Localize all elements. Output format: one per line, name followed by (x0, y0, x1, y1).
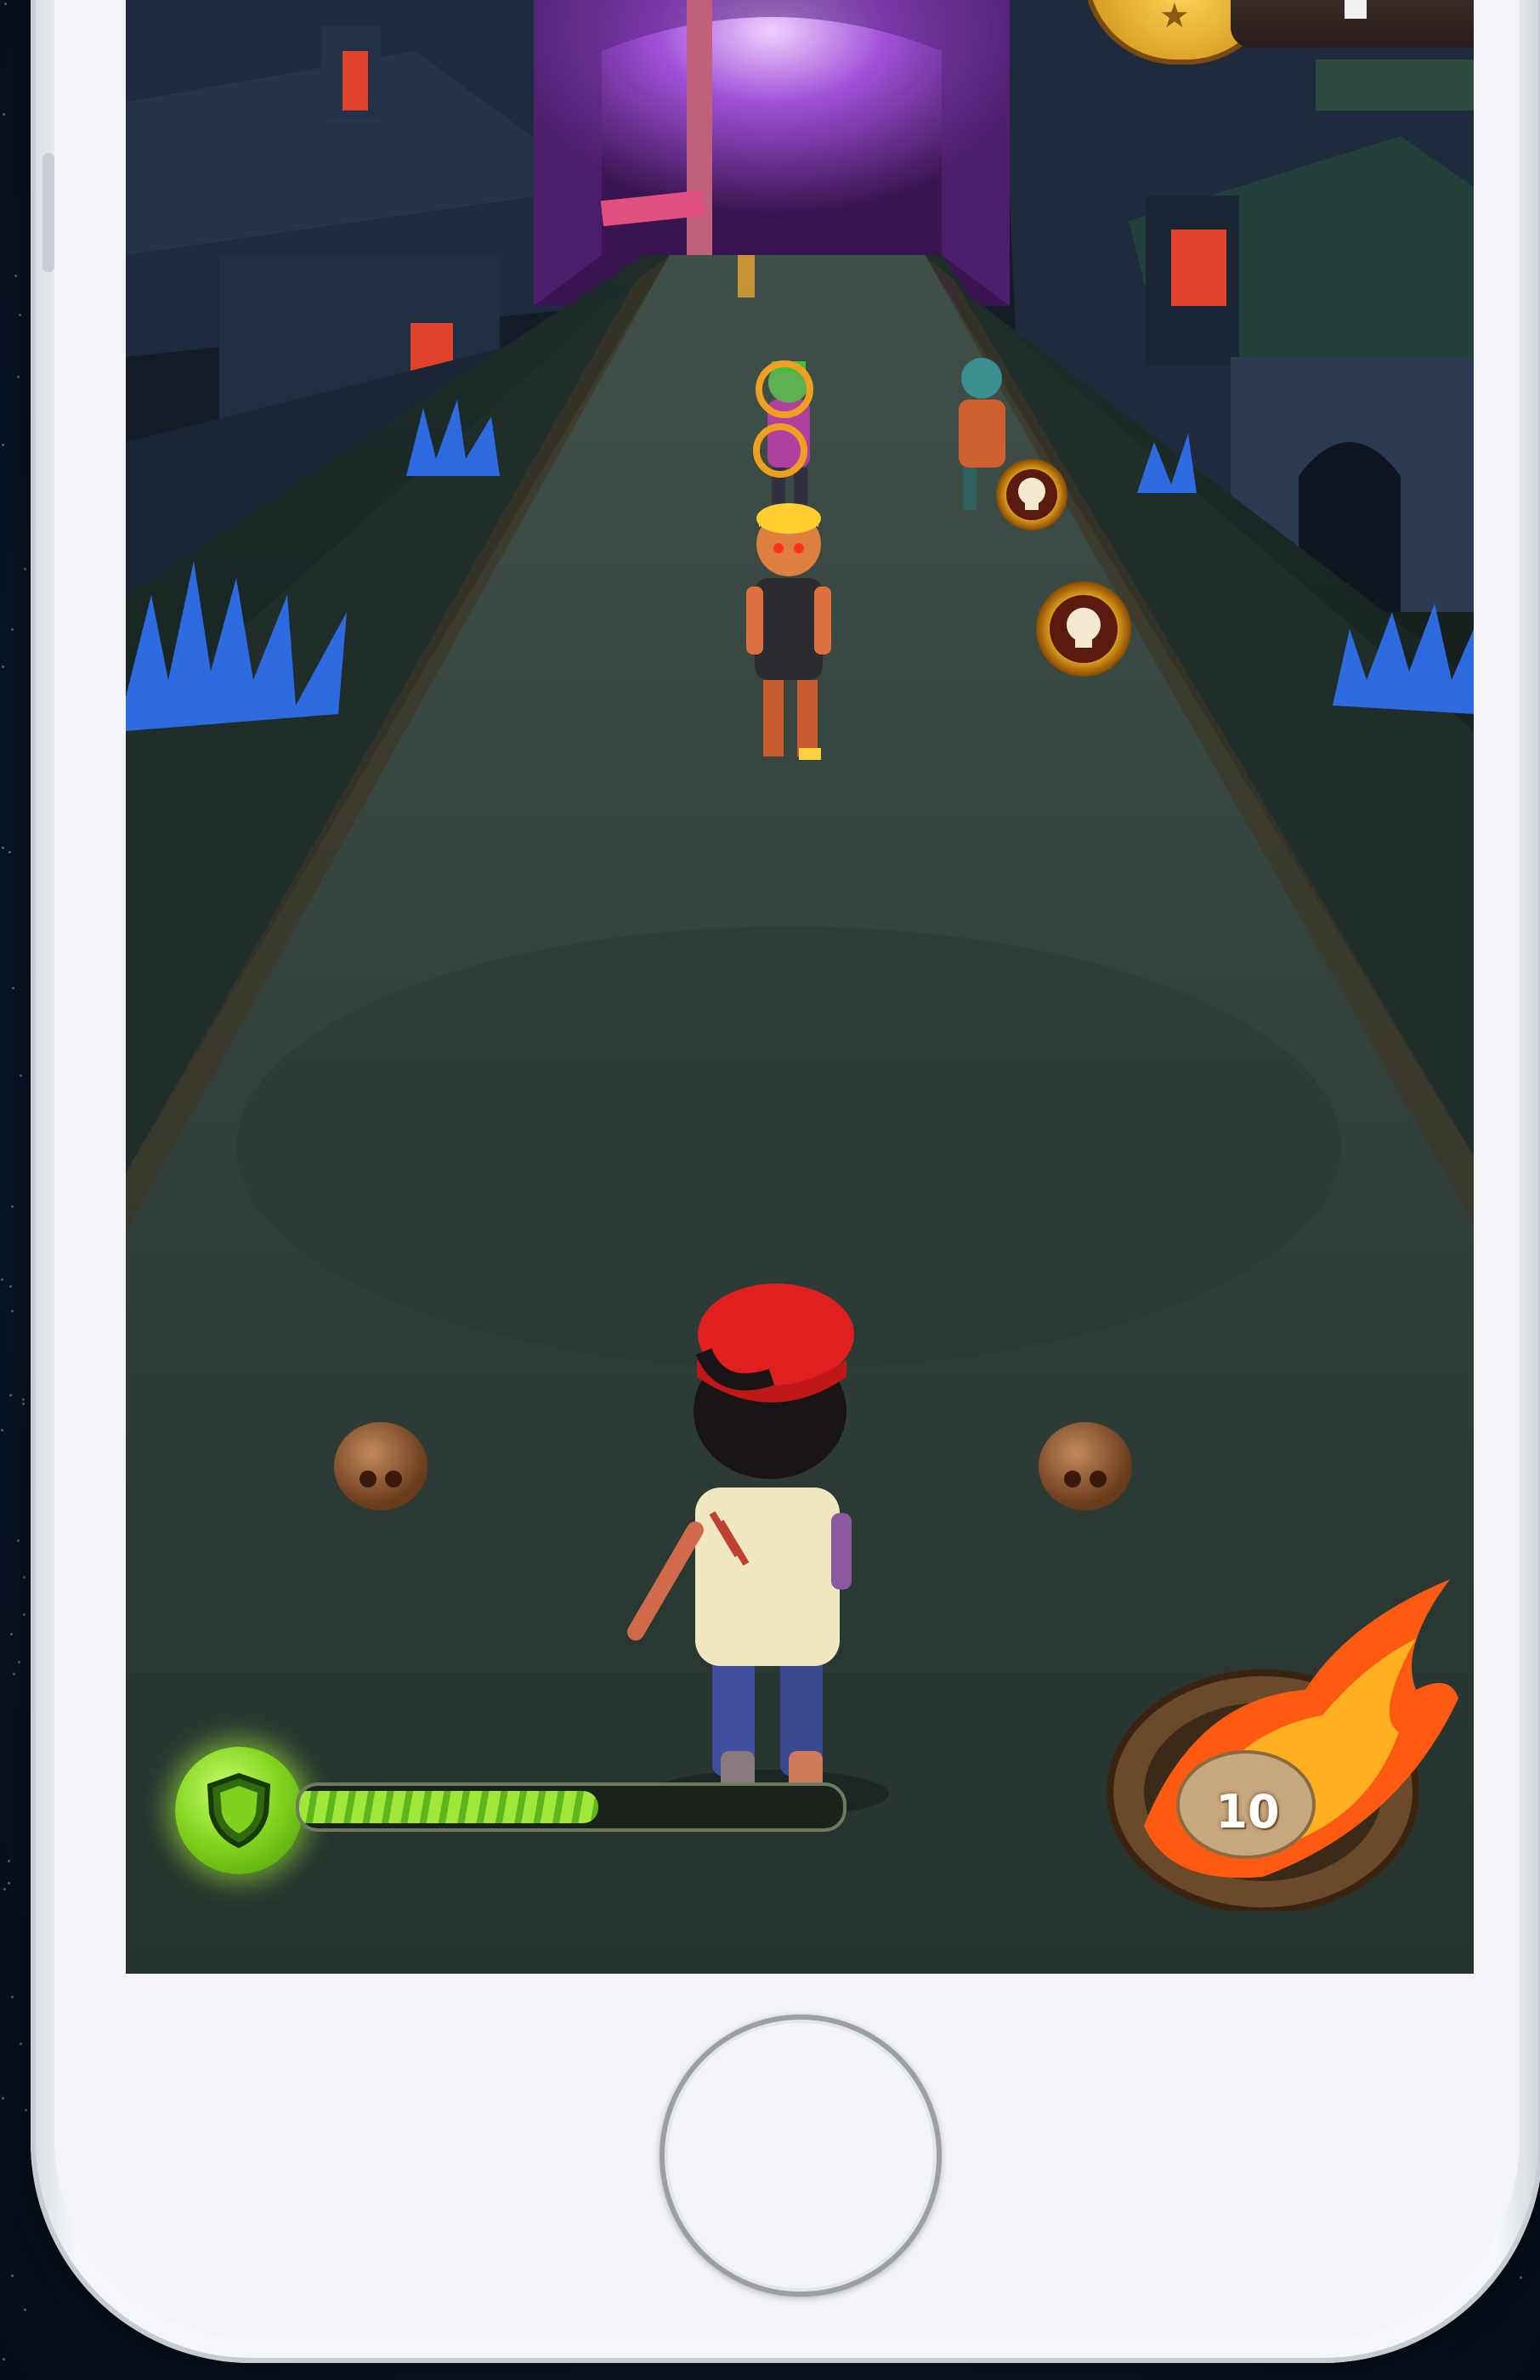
star (0, 1429, 3, 1432)
star (24, 2308, 27, 2311)
skull-coin (996, 459, 1067, 530)
star (2, 443, 5, 446)
skull-obstacle (1039, 1422, 1132, 1510)
star (18, 1660, 21, 1663)
star (1, 665, 4, 668)
star (19, 1074, 22, 1077)
star (1520, 2276, 1522, 2280)
star (11, 1995, 14, 1998)
top-bar-icon (1345, 0, 1367, 19)
star (23, 568, 26, 571)
side-button (42, 153, 54, 272)
star (3, 1887, 6, 1890)
skull-obstacle (334, 1422, 427, 1510)
star (7, 1859, 10, 1862)
star (22, 1575, 25, 1578)
game-screen[interactable]: 10 ★ (126, 0, 1474, 1974)
home-button[interactable] (660, 2014, 942, 2297)
star (10, 1309, 14, 1312)
star (12, 1672, 15, 1675)
fireball-count: 10 (1215, 1785, 1280, 1839)
shield-progress-fill (299, 1791, 598, 1823)
star (1, 846, 4, 849)
star (25, 2108, 27, 2111)
star (0, 1278, 3, 1281)
star (9, 1632, 13, 1635)
shield-progress-bar (296, 1782, 846, 1832)
shield-icon (207, 1772, 271, 1849)
star (3, 2, 7, 5)
star (7, 1881, 10, 1884)
skull-coin (1036, 581, 1131, 677)
shield-button[interactable] (175, 1747, 303, 1874)
fireball-button[interactable] (1093, 1571, 1467, 1911)
star (8, 850, 11, 853)
star (8, 1394, 12, 1397)
coin-glyph: ★ (1159, 0, 1190, 35)
star (2, 2357, 5, 2360)
